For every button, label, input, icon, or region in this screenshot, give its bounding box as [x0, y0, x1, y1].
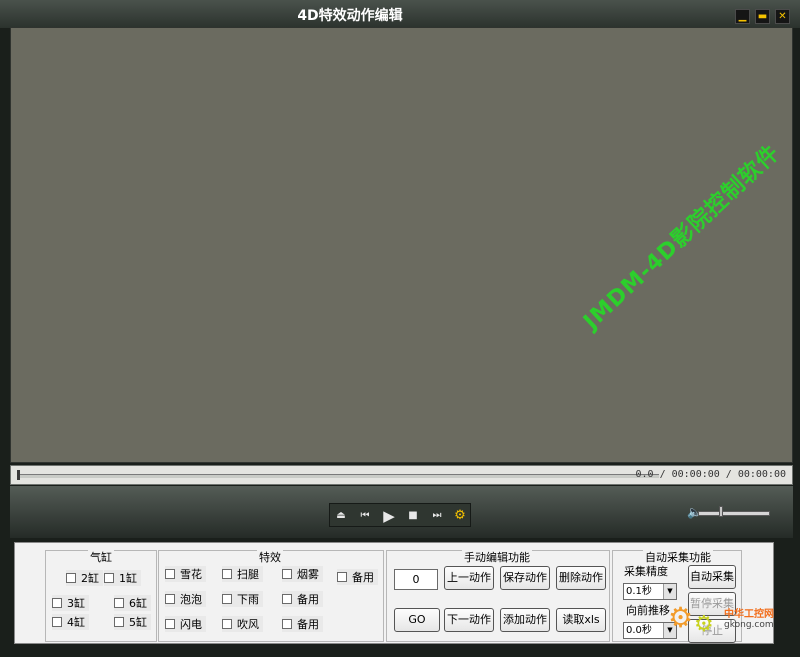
forward-shift-label: 向前推移 — [626, 604, 670, 617]
gear-logo-icon: ⚙ — [668, 601, 694, 634]
window-title: 4D特效动作编辑 — [297, 8, 403, 24]
next-icon[interactable]: ⏭ — [428, 507, 446, 525]
chevron-down-icon: ▼ — [663, 584, 676, 599]
control-bar: ⏏ ⏮ ▶ ■ ⏭ ⚙ 🔈 — [10, 486, 793, 538]
cylinder-4-checkbox[interactable]: 4缸 — [52, 614, 89, 630]
effect-wind-checkbox[interactable]: 吹风 — [222, 616, 263, 632]
read-xls-button[interactable]: 读取xls — [556, 608, 606, 632]
logo-url-text: gkong.com — [724, 620, 774, 630]
effects-section-title: 特效 — [257, 549, 283, 565]
previous-icon[interactable]: ⏮ — [356, 507, 374, 525]
title-bar: 4D特效动作编辑 ▁ ▬ ✕ — [0, 0, 800, 28]
previous-action-button[interactable]: 上一动作 — [444, 566, 494, 590]
next-action-button[interactable]: 下一动作 — [444, 608, 494, 632]
seek-bar-row: 0.0 / 00:00:00 / 00:00:00 — [10, 465, 793, 485]
save-action-button[interactable]: 保存动作 — [500, 566, 550, 590]
go-button[interactable]: GO — [394, 608, 440, 632]
logo-brand-text: 中华工控网 — [724, 609, 774, 620]
eject-icon[interactable]: ⏏ — [332, 507, 350, 525]
volume-thumb[interactable] — [719, 506, 723, 517]
effect-leg-sweep-checkbox[interactable]: 扫腿 — [222, 566, 263, 582]
effect-bubbles-checkbox[interactable]: 泡泡 — [165, 591, 206, 607]
cylinder-3-checkbox[interactable]: 3缸 — [52, 595, 89, 611]
effect-spare-3-checkbox[interactable]: 备用 — [282, 616, 323, 632]
play-icon[interactable]: ▶ — [380, 507, 398, 525]
cylinder-2-checkbox[interactable]: 2缸 — [66, 570, 103, 586]
effect-smoke-checkbox[interactable]: 烟雾 — [282, 566, 323, 582]
cylinder-1-checkbox[interactable]: 1缸 — [104, 570, 141, 586]
effect-rain-checkbox[interactable]: 下雨 — [222, 591, 263, 607]
cylinder-5-checkbox[interactable]: 5缸 — [114, 614, 151, 630]
seek-track[interactable] — [19, 474, 659, 478]
stop-icon[interactable]: ■ — [404, 507, 422, 525]
maximize-button[interactable]: ▬ — [755, 9, 770, 24]
close-button[interactable]: ✕ — [775, 9, 790, 24]
effect-spare-1-checkbox[interactable]: 备用 — [337, 569, 378, 585]
minimize-button[interactable]: ▁ — [735, 9, 750, 24]
effect-spare-2-checkbox[interactable]: 备用 — [282, 591, 323, 607]
gear-logo-small-icon: ⚙ — [694, 612, 714, 637]
frame-input[interactable]: 0 — [394, 569, 438, 590]
playback-controls: ⏏ ⏮ ▶ ■ ⏭ ⚙ — [329, 503, 471, 527]
effect-snow-checkbox[interactable]: 雪花 — [165, 566, 206, 582]
cylinder-section-title: 气缸 — [88, 549, 114, 565]
cylinder-6-checkbox[interactable]: 6缸 — [114, 595, 151, 611]
add-action-button[interactable]: 添加动作 — [500, 608, 550, 632]
effect-lightning-checkbox[interactable]: 闪电 — [165, 616, 206, 632]
time-readout: 0.0 / 00:00:00 / 00:00:00 — [635, 469, 786, 480]
volume-track[interactable] — [698, 511, 770, 516]
delete-action-button[interactable]: 删除动作 — [556, 566, 606, 590]
settings-icon[interactable]: ⚙ — [451, 507, 469, 525]
precision-select[interactable]: 0.1秒 ▼ — [623, 583, 677, 600]
seek-thumb[interactable] — [17, 470, 20, 480]
precision-label: 采集精度 — [624, 565, 668, 578]
manual-edit-section-title: 手动编辑功能 — [462, 549, 532, 565]
auto-collect-button[interactable]: 自动采集 — [688, 565, 736, 589]
